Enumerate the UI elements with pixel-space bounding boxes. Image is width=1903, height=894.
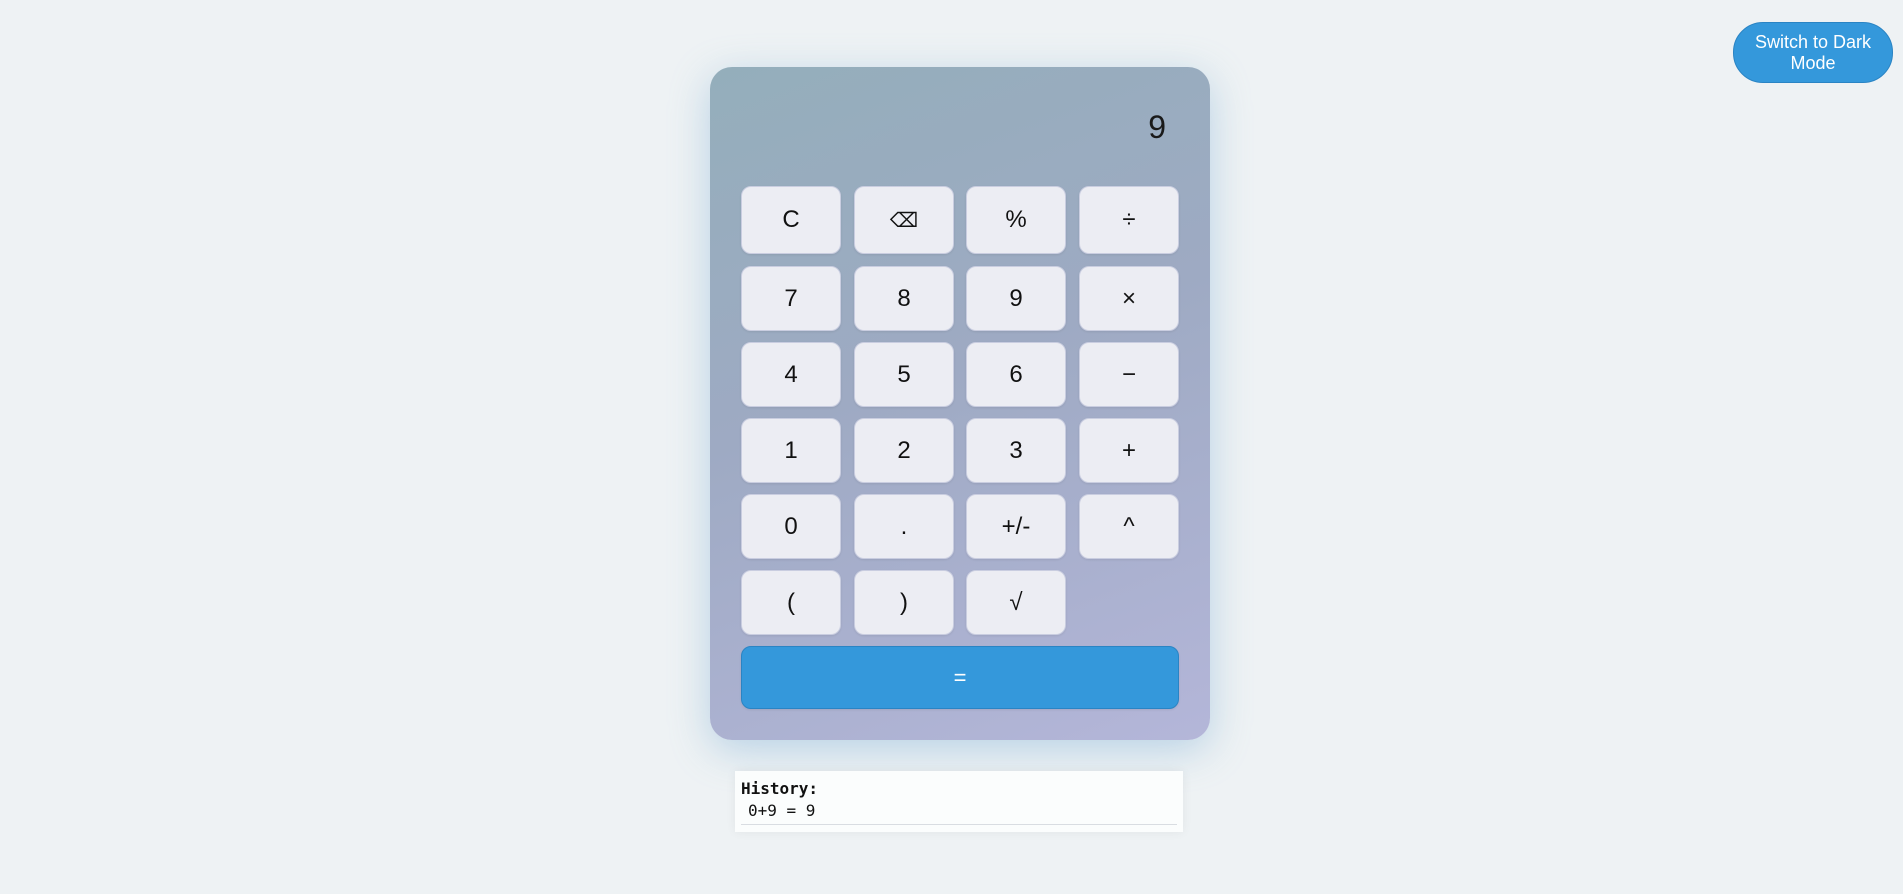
power-button[interactable]: ^ — [1079, 494, 1179, 559]
digit-0-button[interactable]: 0 — [741, 494, 841, 559]
digit-8-button[interactable]: 8 — [854, 266, 954, 331]
backspace-icon: ⌫ — [889, 209, 919, 232]
digit-3-button[interactable]: 3 — [966, 418, 1066, 483]
history-panel: History: 0+9 = 9 — [735, 771, 1183, 832]
digit-9-button[interactable]: 9 — [966, 266, 1066, 331]
clear-button[interactable]: C — [741, 186, 841, 254]
digit-6-button[interactable]: 6 — [966, 342, 1066, 407]
decimal-button[interactable]: . — [854, 494, 954, 559]
multiply-button[interactable]: × — [1079, 266, 1179, 331]
digit-2-button[interactable]: 2 — [854, 418, 954, 483]
calculator-display: 9 — [1148, 109, 1166, 145]
add-button[interactable]: + — [1079, 418, 1179, 483]
divide-button[interactable]: ÷ — [1079, 186, 1179, 254]
close-paren-button[interactable]: ) — [854, 570, 954, 635]
digit-7-button[interactable]: 7 — [741, 266, 841, 331]
backspace-button[interactable]: ⌫ — [854, 186, 954, 254]
subtract-button[interactable]: − — [1079, 342, 1179, 407]
square-root-button[interactable]: √ — [966, 570, 1066, 635]
open-paren-button[interactable]: ( — [741, 570, 841, 635]
digit-4-button[interactable]: 4 — [741, 342, 841, 407]
percent-button[interactable]: % — [966, 186, 1066, 254]
digit-1-button[interactable]: 1 — [741, 418, 841, 483]
history-item[interactable]: 0+9 = 9 — [741, 798, 1177, 825]
equals-button[interactable]: = — [741, 646, 1179, 709]
dark-mode-toggle-button[interactable]: Switch to Dark Mode — [1733, 22, 1893, 83]
negate-button[interactable]: +/- — [966, 494, 1066, 559]
calculator: 9 C ⌫ % ÷ 7 8 9 × 4 5 6 − 1 2 3 + 0 . +/… — [710, 67, 1210, 740]
history-title: History: — [741, 779, 819, 798]
digit-5-button[interactable]: 5 — [854, 342, 954, 407]
